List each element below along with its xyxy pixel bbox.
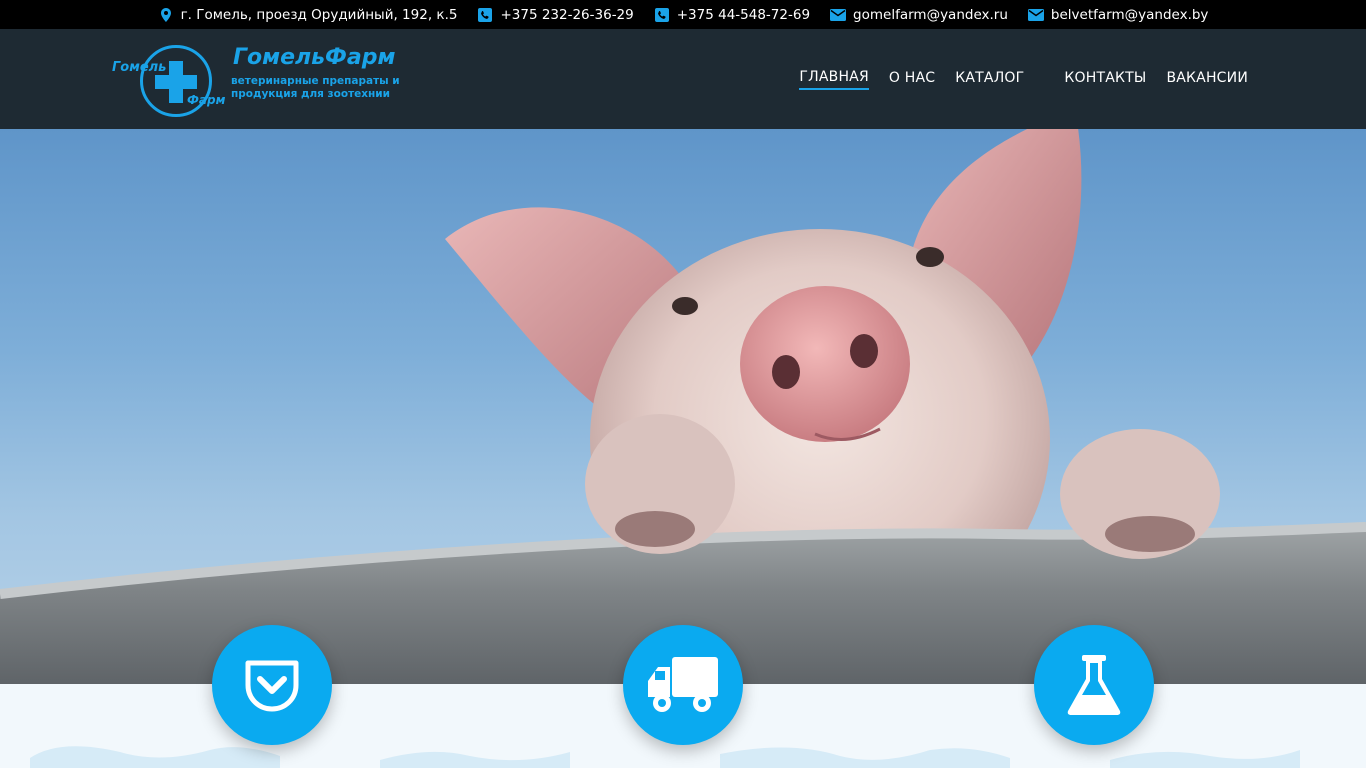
logo-word-left: Гомель bbox=[112, 60, 167, 75]
contact-bar: г. Гомель, проезд Орудийный, 192, к.5 +3… bbox=[0, 0, 1366, 29]
feature-circle-3[interactable] bbox=[1034, 625, 1154, 745]
phone-link-2[interactable]: +375 44-548-72-69 bbox=[677, 7, 810, 23]
logo-title: ГомельФарм bbox=[233, 45, 396, 70]
nav-item-home[interactable]: ГЛАВНАЯ bbox=[799, 69, 869, 90]
flask-icon bbox=[1067, 655, 1121, 715]
phone-link-1[interactable]: +375 232-26-36-29 bbox=[500, 7, 633, 23]
feature-circle-2[interactable] bbox=[623, 625, 743, 745]
nav-item-about[interactable]: О НАС bbox=[889, 70, 935, 89]
piglet-photo bbox=[0, 129, 1366, 684]
truck-icon bbox=[648, 657, 718, 712]
pocket-icon bbox=[245, 660, 299, 712]
address-item: г. Гомель, проезд Орудийный, 192, к.5 bbox=[158, 6, 458, 23]
envelope-icon bbox=[1027, 7, 1044, 23]
feature-circle-1[interactable] bbox=[212, 625, 332, 745]
phone-item-2[interactable]: +375 44-548-72-69 bbox=[654, 7, 810, 23]
address-text: г. Гомель, проезд Орудийный, 192, к.5 bbox=[180, 6, 458, 23]
phone-item-1[interactable]: +375 232-26-36-29 bbox=[477, 7, 634, 23]
phone-icon bbox=[654, 7, 670, 23]
nav-item-vacancies[interactable]: ВАКАНСИИ bbox=[1166, 70, 1248, 89]
logo[interactable]: Гомель Фарм ГомельФарм ветеринарные преп… bbox=[112, 43, 402, 117]
logo-subtitle: ветеринарные препараты и продукция для з… bbox=[231, 75, 400, 101]
site-header: Гомель Фарм ГомельФарм ветеринарные преп… bbox=[0, 29, 1366, 129]
map-marker-icon bbox=[158, 7, 174, 23]
logo-word-right: Фарм bbox=[187, 93, 226, 107]
phone-icon bbox=[477, 7, 493, 23]
nav-item-contacts[interactable]: КОНТАКТЫ bbox=[1064, 70, 1146, 89]
email-link-1[interactable]: gomelfarm@yandex.ru bbox=[853, 7, 1008, 23]
logo-subtitle-line1: ветеринарные препараты и bbox=[231, 75, 400, 87]
envelope-icon bbox=[830, 7, 847, 23]
nav-item-catalog[interactable]: КАТАЛОГ bbox=[955, 70, 1024, 89]
email-item-1[interactable]: gomelfarm@yandex.ru bbox=[830, 7, 1008, 23]
logo-subtitle-line2: продукция для зоотехнии bbox=[231, 88, 391, 100]
email-item-2[interactable]: belvetfarm@yandex.by bbox=[1027, 7, 1209, 23]
logo-cross-bar bbox=[155, 75, 197, 89]
email-link-2[interactable]: belvetfarm@yandex.by bbox=[1051, 7, 1209, 23]
hero-banner bbox=[0, 129, 1366, 684]
main-nav: ГЛАВНАЯ О НАС КАТАЛОГ КОНТАКТЫ ВАКАНСИИ bbox=[779, 69, 1248, 90]
